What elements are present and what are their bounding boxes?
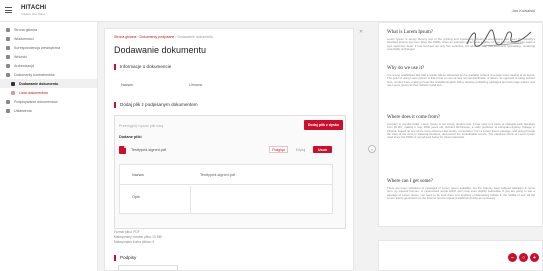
main-panel: Strona główna › Dokumenty podpisane › Do… — [104, 28, 354, 271]
file-name: Testtyped-signed.pdf — [131, 148, 167, 152]
preview-button[interactable]: Podgląd — [269, 146, 288, 153]
file-details-table: Nazwa Testtyped-signed.pdf Opis — [119, 164, 333, 214]
breadcrumb-current: Dodawanie dokumentu — [177, 35, 214, 39]
breadcrumb-section[interactable]: Dokumenty podpisane — [140, 35, 175, 39]
sidebar-item-label: Archiwizacja — [14, 63, 34, 68]
zoom-out-icon[interactable]: − — [508, 253, 517, 262]
edit-button[interactable]: Edytuj — [291, 146, 310, 153]
doc-paragraph: It is a long established fact that a rea… — [387, 74, 535, 87]
sidebar-item-icon — [6, 27, 10, 32]
sidebar-item-label: Dokumenty kontrahentów — [14, 72, 55, 77]
sidebar-item-icon — [6, 99, 10, 104]
section-title-info: Informacje o dokumencie — [114, 64, 171, 70]
top-bar: HITACHI Inspire the Next Jan Kowalski — [0, 0, 543, 22]
sidebar-item-icon — [11, 90, 15, 95]
user-name[interactable]: Jan Kowalski — [512, 8, 535, 13]
sidebar-item-label: Korespondencja wewnętrzna — [14, 45, 61, 50]
sidebar-item-label: Strona główna — [14, 27, 37, 32]
close-icon[interactable]: ✕ — [359, 29, 363, 35]
sidebar-item[interactable]: Korespondencja wewnętrzna — [0, 43, 97, 52]
doc-heading: What is Lorem Ipsum? — [387, 30, 433, 35]
sidebar-item-label: Wiadomości — [14, 36, 34, 41]
signer-select[interactable] — [118, 265, 178, 271]
breadcrumb-home[interactable]: Strona główna — [114, 35, 136, 39]
page-title: Dodawanie dokumentu — [114, 45, 207, 55]
upload-box: Przeciągnij i upuść plik tutaj Dodaj pli… — [114, 115, 346, 229]
note-line: Maksymalna liczba plików: 5 — [114, 240, 155, 244]
description-label: Opis — [132, 195, 140, 199]
sidebar-item[interactable]: Dodawanie dokumentu — [0, 79, 97, 88]
name-label: Nazwa — [121, 83, 133, 87]
section-title-upload: Dodaj plik z podpisanym dokumentem — [114, 102, 198, 108]
sidebar-item-icon — [6, 36, 10, 41]
doc-heading: Where can I get some? — [387, 179, 433, 184]
sidebar-item-icon — [6, 54, 10, 59]
sidebar-item[interactable]: Ustawienia — [0, 106, 97, 115]
files-label: Dodane pliki — [119, 135, 142, 139]
logo: HITACHI Inspire the Next — [21, 5, 47, 16]
doc-paragraph: There are many variations of passages of… — [387, 187, 535, 200]
delete-button[interactable]: Usuń — [313, 146, 332, 153]
sidebar-item-label: Podpisywanie dokumentów — [14, 99, 58, 104]
drop-zone[interactable]: Przeciągnij i upuść plik tutaj — [119, 124, 163, 128]
doc-paragraph: Contrary to popular belief, Lorem Ipsum … — [387, 123, 535, 140]
doc-paragraph: Lorem Ipsum is simply dummy text of the … — [387, 38, 535, 51]
sidebar-item[interactable]: Wnioski — [0, 52, 97, 61]
zoom-in-icon[interactable]: + — [530, 253, 539, 262]
sidebar-item-icon — [11, 81, 15, 86]
sidebar-item[interactable]: Dokumenty kontrahentów — [0, 70, 97, 79]
file-name-label: Nazwa — [132, 173, 144, 177]
sidebar-item-label: Lista dokumentów — [19, 90, 48, 95]
sidebar-item-icon — [6, 72, 10, 77]
sidebar-item-icon — [6, 45, 10, 50]
sidebar: Strona główna Wiadomości Korespondencja we… — [0, 22, 98, 271]
pdf-file-icon — [119, 146, 126, 154]
description-field[interactable] — [191, 186, 332, 214]
sidebar-item[interactable]: Wiadomości — [0, 34, 97, 43]
breadcrumb: Strona główna › Dokumenty podpisane › Do… — [114, 35, 213, 39]
collapse-toggle-icon[interactable]: ‹› — [368, 145, 376, 153]
file-name-field[interactable]: Testtyped-signed.pdf — [200, 173, 235, 177]
menu-icon[interactable] — [5, 7, 12, 13]
doc-heading: Where does it come from? — [387, 115, 441, 120]
sidebar-item[interactable]: Lista dokumentów — [0, 88, 97, 97]
doc-heading: Why do we use it? — [387, 66, 425, 71]
sidebar-item-label: Dodawanie dokumentu — [19, 81, 59, 86]
sidebar-item-icon — [6, 108, 10, 113]
sidebar-item[interactable]: Archiwizacja — [0, 61, 97, 70]
sidebar-item[interactable]: Strona główna — [0, 25, 97, 34]
sidebar-item-icon — [6, 63, 10, 68]
upload-notes: Format pliku: PDF Maksymalny rozmiar pli… — [114, 230, 162, 245]
zoom-reset-icon[interactable]: ○ — [519, 253, 528, 262]
sidebar-item-label: Wnioski — [14, 54, 27, 59]
name-field[interactable]: Umowa — [189, 83, 202, 87]
sidebar-item-label: Ustawienia — [14, 108, 32, 113]
add-file-button[interactable]: Dodaj plik z dysku — [304, 120, 343, 130]
sidebar-item[interactable]: Podpisywanie dokumentów — [0, 97, 97, 106]
document-preview: What is Lorem Ipsum? Lorem Ipsum is simp… — [378, 22, 543, 227]
section-title-signers: Podpisy — [114, 255, 136, 261]
